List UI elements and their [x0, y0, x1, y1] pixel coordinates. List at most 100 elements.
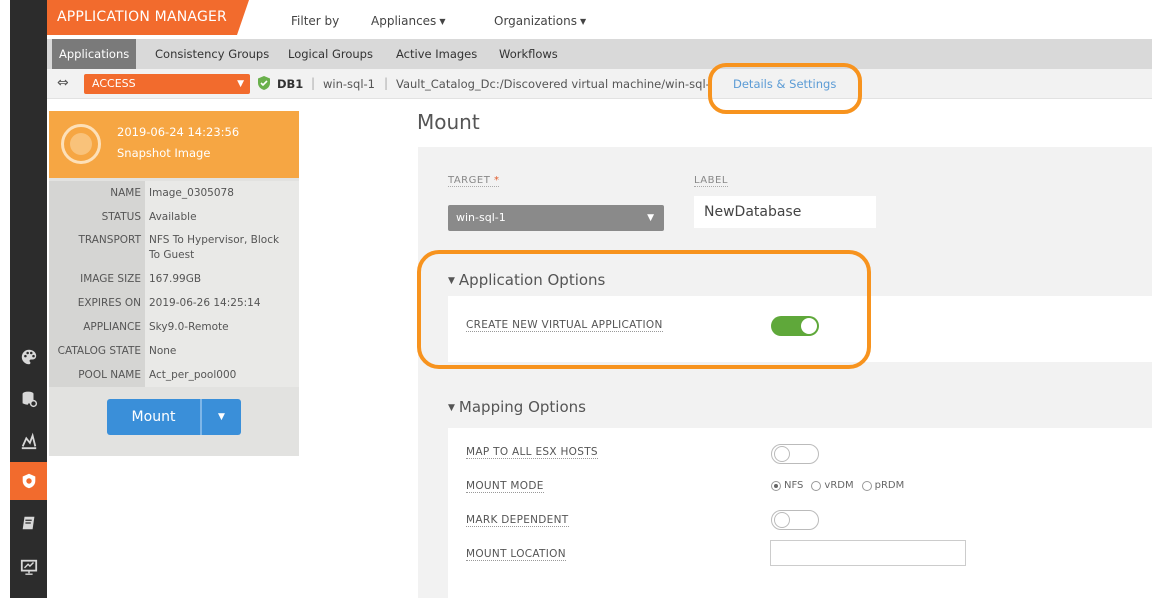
highlight-ring-application-options [417, 250, 871, 369]
mount-form: TARGET * win-sql-1 ▼ LABEL ▼Application … [418, 147, 1152, 598]
property-value: Image_0305078 [145, 181, 299, 205]
book-icon[interactable] [10, 504, 47, 542]
radio-prdm-label: pRDM [874, 480, 905, 491]
target-label-text: TARGET [448, 175, 491, 186]
breadcrumb-host[interactable]: win-sql-1 [323, 77, 375, 91]
radio-button [861, 480, 872, 491]
organizations-label: Organizations [494, 14, 577, 28]
property-key: STATUS [49, 205, 145, 229]
property-key: CATALOG STATE [49, 339, 145, 363]
property-key: EXPIRES ON [49, 291, 145, 315]
mount-button[interactable]: Mount [107, 399, 200, 435]
chevron-down-icon: ▼ [647, 213, 654, 223]
filter-by-label: Filter by [291, 14, 340, 28]
appliances-label: Appliances [371, 14, 437, 28]
radio-nfs-label: NFS [784, 480, 804, 491]
snapshot-type: Snapshot Image [117, 146, 211, 160]
tab-applications[interactable]: Applications [52, 39, 137, 69]
property-value: 167.99GB [145, 267, 299, 291]
tab-consistency-groups[interactable]: Consistency Groups [155, 39, 269, 69]
property-value: Act_per_pool000 [145, 363, 299, 387]
palette-icon[interactable] [10, 338, 47, 376]
mapping-options-header[interactable]: ▼ Mapping Options [448, 398, 586, 416]
radio-nfs[interactable]: NFS [771, 480, 803, 491]
database-settings-icon[interactable] [10, 380, 47, 418]
property-value: None [145, 339, 299, 363]
mount-mode-radio-group: NFS vRDM pRDM [771, 480, 912, 491]
map-to-all-esx-hosts-toggle[interactable] [771, 444, 819, 464]
app-title-tail [237, 0, 249, 35]
tab-workflows[interactable]: Workflows [499, 39, 558, 69]
top-bar: APPLICATION MANAGER Filter by Appliances… [47, 0, 1152, 39]
access-label: ACCESS [92, 77, 136, 90]
property-row: STATUS Available [49, 205, 299, 229]
property-key: APPLIANCE [49, 315, 145, 339]
label-label: LABEL [694, 175, 728, 187]
organizations-dropdown[interactable]: Organizations ▼ [494, 14, 586, 28]
radio-vrdm-label: vRDM [824, 480, 854, 491]
property-key: NAME [49, 181, 145, 205]
page-edge [0, 0, 10, 598]
chevron-down-icon: ▼ [218, 412, 225, 422]
label-input[interactable] [694, 196, 876, 228]
tab-active-images[interactable]: Active Images [396, 39, 477, 69]
mapping-options-box: MAP TO ALL ESX HOSTS MOUNT MODE NFS vRDM… [448, 428, 1152, 598]
highlight-ring-details [708, 63, 862, 114]
radio-prdm[interactable]: pRDM [861, 480, 905, 491]
breadcrumb-path[interactable]: Vault_Catalog_Dc:/Discovered virtual mac… [396, 77, 722, 91]
swap-arrows-icon[interactable]: ⇔ [57, 75, 69, 91]
property-row: TRANSPORT NFS To Hypervisor, Block To Gue… [49, 229, 299, 267]
left-nav-rail [10, 0, 47, 598]
property-key: IMAGE SIZE [49, 267, 145, 291]
property-value: NFS To Hypervisor, Block To Guest [145, 229, 299, 267]
access-dropdown[interactable]: ACCESS ▼ [84, 74, 250, 94]
chart-icon[interactable] [10, 422, 47, 460]
property-key: POOL NAME [49, 363, 145, 387]
toggle-knob [774, 512, 790, 528]
property-row: APPLIANCE Sky9.0-Remote [49, 315, 299, 339]
mount-split-button: Mount ▼ [107, 399, 241, 435]
triangle-down-icon: ▼ [448, 403, 455, 413]
mark-dependent-toggle[interactable] [771, 510, 819, 530]
tabs-bar: Applications Consistency Groups Logical … [47, 39, 1152, 69]
tab-logical-groups[interactable]: Logical Groups [288, 39, 373, 69]
property-value: Sky9.0-Remote [145, 315, 299, 339]
shield-icon[interactable] [10, 462, 47, 500]
app-root: APPLICATION MANAGER Filter by Appliances… [0, 0, 1152, 598]
breadcrumb: ⇔ ACCESS ▼ DB1 | win-sql-1 | Vault_Catal… [47, 69, 1152, 99]
property-row: NAME Image_0305078 [49, 181, 299, 205]
snapshot-properties: NAME Image_0305078 STATUS Available TRANSP… [49, 181, 299, 387]
app-title: APPLICATION MANAGER [47, 0, 237, 35]
radio-vrdm[interactable]: vRDM [811, 480, 854, 491]
map-to-all-esx-hosts-label: MAP TO ALL ESX HOSTS [466, 446, 598, 459]
appliances-dropdown[interactable]: Appliances ▼ [371, 14, 445, 28]
snapshot-header: 2019-06-24 14:23:56 Snapshot Image [49, 111, 299, 178]
breadcrumb-separator: | [311, 76, 316, 90]
mount-mode-label: MOUNT MODE [466, 480, 544, 493]
mount-location-input[interactable] [770, 540, 966, 566]
property-value: Available [145, 205, 299, 229]
snapshot-panel: 2019-06-24 14:23:56 Snapshot Image NAME I… [49, 111, 299, 456]
property-row: CATALOG STATE None [49, 339, 299, 363]
toggle-knob [774, 446, 790, 462]
target-dropdown[interactable]: win-sql-1 ▼ [448, 205, 664, 231]
mark-dependent-label: MARK DEPENDENT [466, 514, 569, 527]
breadcrumb-separator: | [384, 76, 389, 90]
property-row: EXPIRES ON 2019-06-26 14:25:14 [49, 291, 299, 315]
snapshot-date: 2019-06-24 14:23:56 [117, 125, 240, 139]
target-value: win-sql-1 [456, 211, 506, 224]
chevron-down-icon: ▼ [579, 17, 587, 26]
property-value: 2019-06-26 14:25:14 [145, 291, 299, 315]
chevron-down-icon: ▼ [439, 17, 446, 26]
breadcrumb-db[interactable]: DB1 [277, 77, 303, 91]
radio-button [771, 480, 781, 491]
required-marker: * [493, 175, 500, 186]
radio-button [811, 480, 822, 491]
mount-location-label: MOUNT LOCATION [466, 548, 566, 561]
monitor-icon[interactable] [10, 548, 47, 586]
page-title: Mount [417, 110, 480, 134]
target-label: TARGET * [448, 175, 500, 187]
property-row: POOL NAME Act_per_pool000 [49, 363, 299, 387]
mount-options-dropdown[interactable]: ▼ [202, 399, 241, 435]
mapping-options-title: Mapping Options [458, 398, 586, 416]
